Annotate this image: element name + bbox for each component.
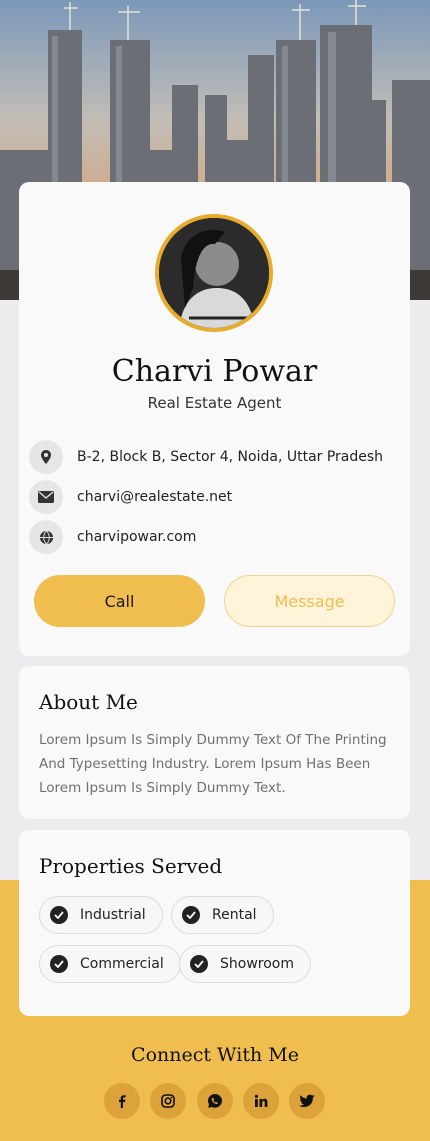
contact-email-text[interactable]: charvi@realestate.net (77, 489, 232, 505)
about-title: About Me (39, 690, 138, 714)
profile-role: Real Estate Agent (147, 394, 282, 412)
properties-title: Properties Served (39, 854, 223, 878)
chip-label: Industrial (80, 907, 146, 923)
property-chip-industrial: Industrial (39, 896, 163, 934)
property-chip-rental: Rental (171, 896, 274, 934)
whatsapp-icon[interactable] (197, 1083, 233, 1119)
check-icon (50, 955, 68, 973)
message-button[interactable]: Message (224, 575, 395, 627)
contact-website[interactable]: charvipowar.com (29, 520, 196, 554)
linkedin-icon[interactable] (243, 1083, 279, 1119)
connect-title: Connect With Me (131, 1044, 299, 1066)
contact-address-text: B-2, Block B, Sector 4, Noida, Uttar Pra… (77, 449, 384, 465)
location-pin-icon (29, 440, 63, 474)
check-icon (190, 955, 208, 973)
avatar (155, 214, 273, 332)
chip-label: Showroom (220, 956, 294, 972)
facebook-icon[interactable] (104, 1083, 140, 1119)
check-icon (182, 906, 200, 924)
property-chip-commercial: Commercial (39, 945, 181, 983)
properties-card: Properties Served Industrial Rental Comm… (19, 830, 410, 1016)
globe-icon (29, 520, 63, 554)
check-icon (50, 906, 68, 924)
chip-label: Rental (212, 907, 257, 923)
about-text: Lorem Ipsum Is Simply Dummy Text Of The … (39, 732, 387, 796)
property-chip-showroom: Showroom (179, 945, 311, 983)
contact-email[interactable]: charvi@realestate.net (29, 480, 232, 514)
profile-name: Charvi Powar (111, 354, 318, 389)
contact-address: B-2, Block B, Sector 4, Noida, Uttar Pra… (29, 440, 383, 474)
call-button[interactable]: Call (34, 575, 205, 627)
chip-label: Commercial (80, 956, 164, 972)
twitter-icon[interactable] (289, 1083, 325, 1119)
instagram-icon[interactable] (150, 1083, 186, 1119)
contact-website-text[interactable]: charvipowar.com (77, 529, 196, 545)
mail-icon (29, 480, 63, 514)
about-card: About Me Lorem Ipsum Is Simply Dummy Tex… (19, 666, 410, 819)
profile-card: Charvi Powar Real Estate Agent B-2, Bloc… (19, 182, 410, 656)
